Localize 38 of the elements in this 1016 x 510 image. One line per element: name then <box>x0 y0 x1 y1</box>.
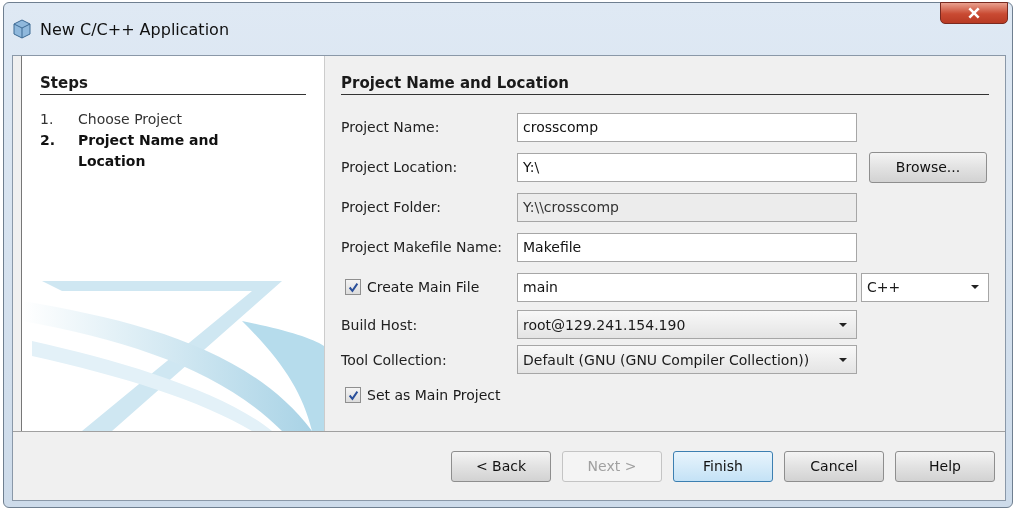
field-label: Project Location: <box>341 159 459 175</box>
input-field[interactable]: Makefile <box>517 232 857 262</box>
field-label: Project Makefile Name: <box>341 239 504 255</box>
dropdown[interactable]: Default (GNU (GNU Compiler Collection)) <box>517 345 857 374</box>
dropdown[interactable]: C++ <box>861 272 989 302</box>
cube-icon <box>12 19 32 39</box>
window-title: New C/C++ Application <box>40 19 229 39</box>
checkbox[interactable] <box>345 387 361 403</box>
checkbox-label: Set as Main Project <box>367 387 501 403</box>
dropdown[interactable]: root@129.241.154.190 <box>517 310 857 339</box>
close-icon <box>967 7 981 19</box>
dialog-button[interactable]: < Back <box>451 450 551 482</box>
field-label: Project Folder: <box>341 199 443 215</box>
panel-heading: Project Name and Location <box>341 74 989 95</box>
input-field[interactable]: Y:\ <box>517 152 857 182</box>
step-label[interactable]: Choose Project <box>78 109 248 130</box>
caret-icon <box>970 284 980 290</box>
caret-icon <box>838 356 848 363</box>
field-label: Tool Collection: <box>341 351 448 368</box>
close-button[interactable] <box>940 2 1008 24</box>
input-field[interactable]: crosscomp <box>517 112 857 142</box>
field-label: Build Host: <box>341 316 419 333</box>
input-field[interactable]: main <box>517 272 857 302</box>
dialog-button[interactable]: Cancel <box>784 450 884 482</box>
step-label[interactable]: Project Name and Location <box>78 130 248 172</box>
step-number: 1. <box>40 110 55 129</box>
field-label: Project Name: <box>341 119 441 135</box>
read-only-field[interactable]: Y:\\crosscomp <box>517 192 857 222</box>
dialog-button[interactable]: Help <box>895 450 995 482</box>
checkbox-label: Create Main File <box>367 279 480 295</box>
browse-button[interactable]: Browse... <box>869 151 987 183</box>
check-icon <box>347 281 359 293</box>
dialog-button[interactable]: Finish <box>673 450 773 482</box>
step-number: 2. <box>40 131 57 150</box>
check-icon <box>347 389 359 401</box>
steps-heading: Steps <box>40 74 306 95</box>
checkbox[interactable] <box>345 279 361 295</box>
caret-icon <box>838 321 848 328</box>
